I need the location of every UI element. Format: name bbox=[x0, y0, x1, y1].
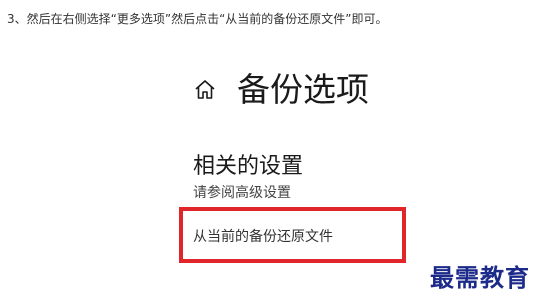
page-header: 备份选项 bbox=[193, 70, 369, 110]
advanced-settings-link[interactable]: 请参阅高级设置 bbox=[193, 184, 291, 202]
watermark-logo: 最需教育 bbox=[430, 263, 530, 292]
page-title: 备份选项 bbox=[237, 70, 369, 109]
home-icon[interactable] bbox=[193, 78, 217, 102]
related-settings-heading: 相关的设置 bbox=[193, 154, 304, 179]
instruction-text: 3、然后在右侧选择“更多选项”然后点击“从当前的备份还原文件”即可。 bbox=[7, 12, 388, 26]
restore-from-backup-link[interactable]: 从当前的备份还原文件 bbox=[193, 228, 333, 246]
